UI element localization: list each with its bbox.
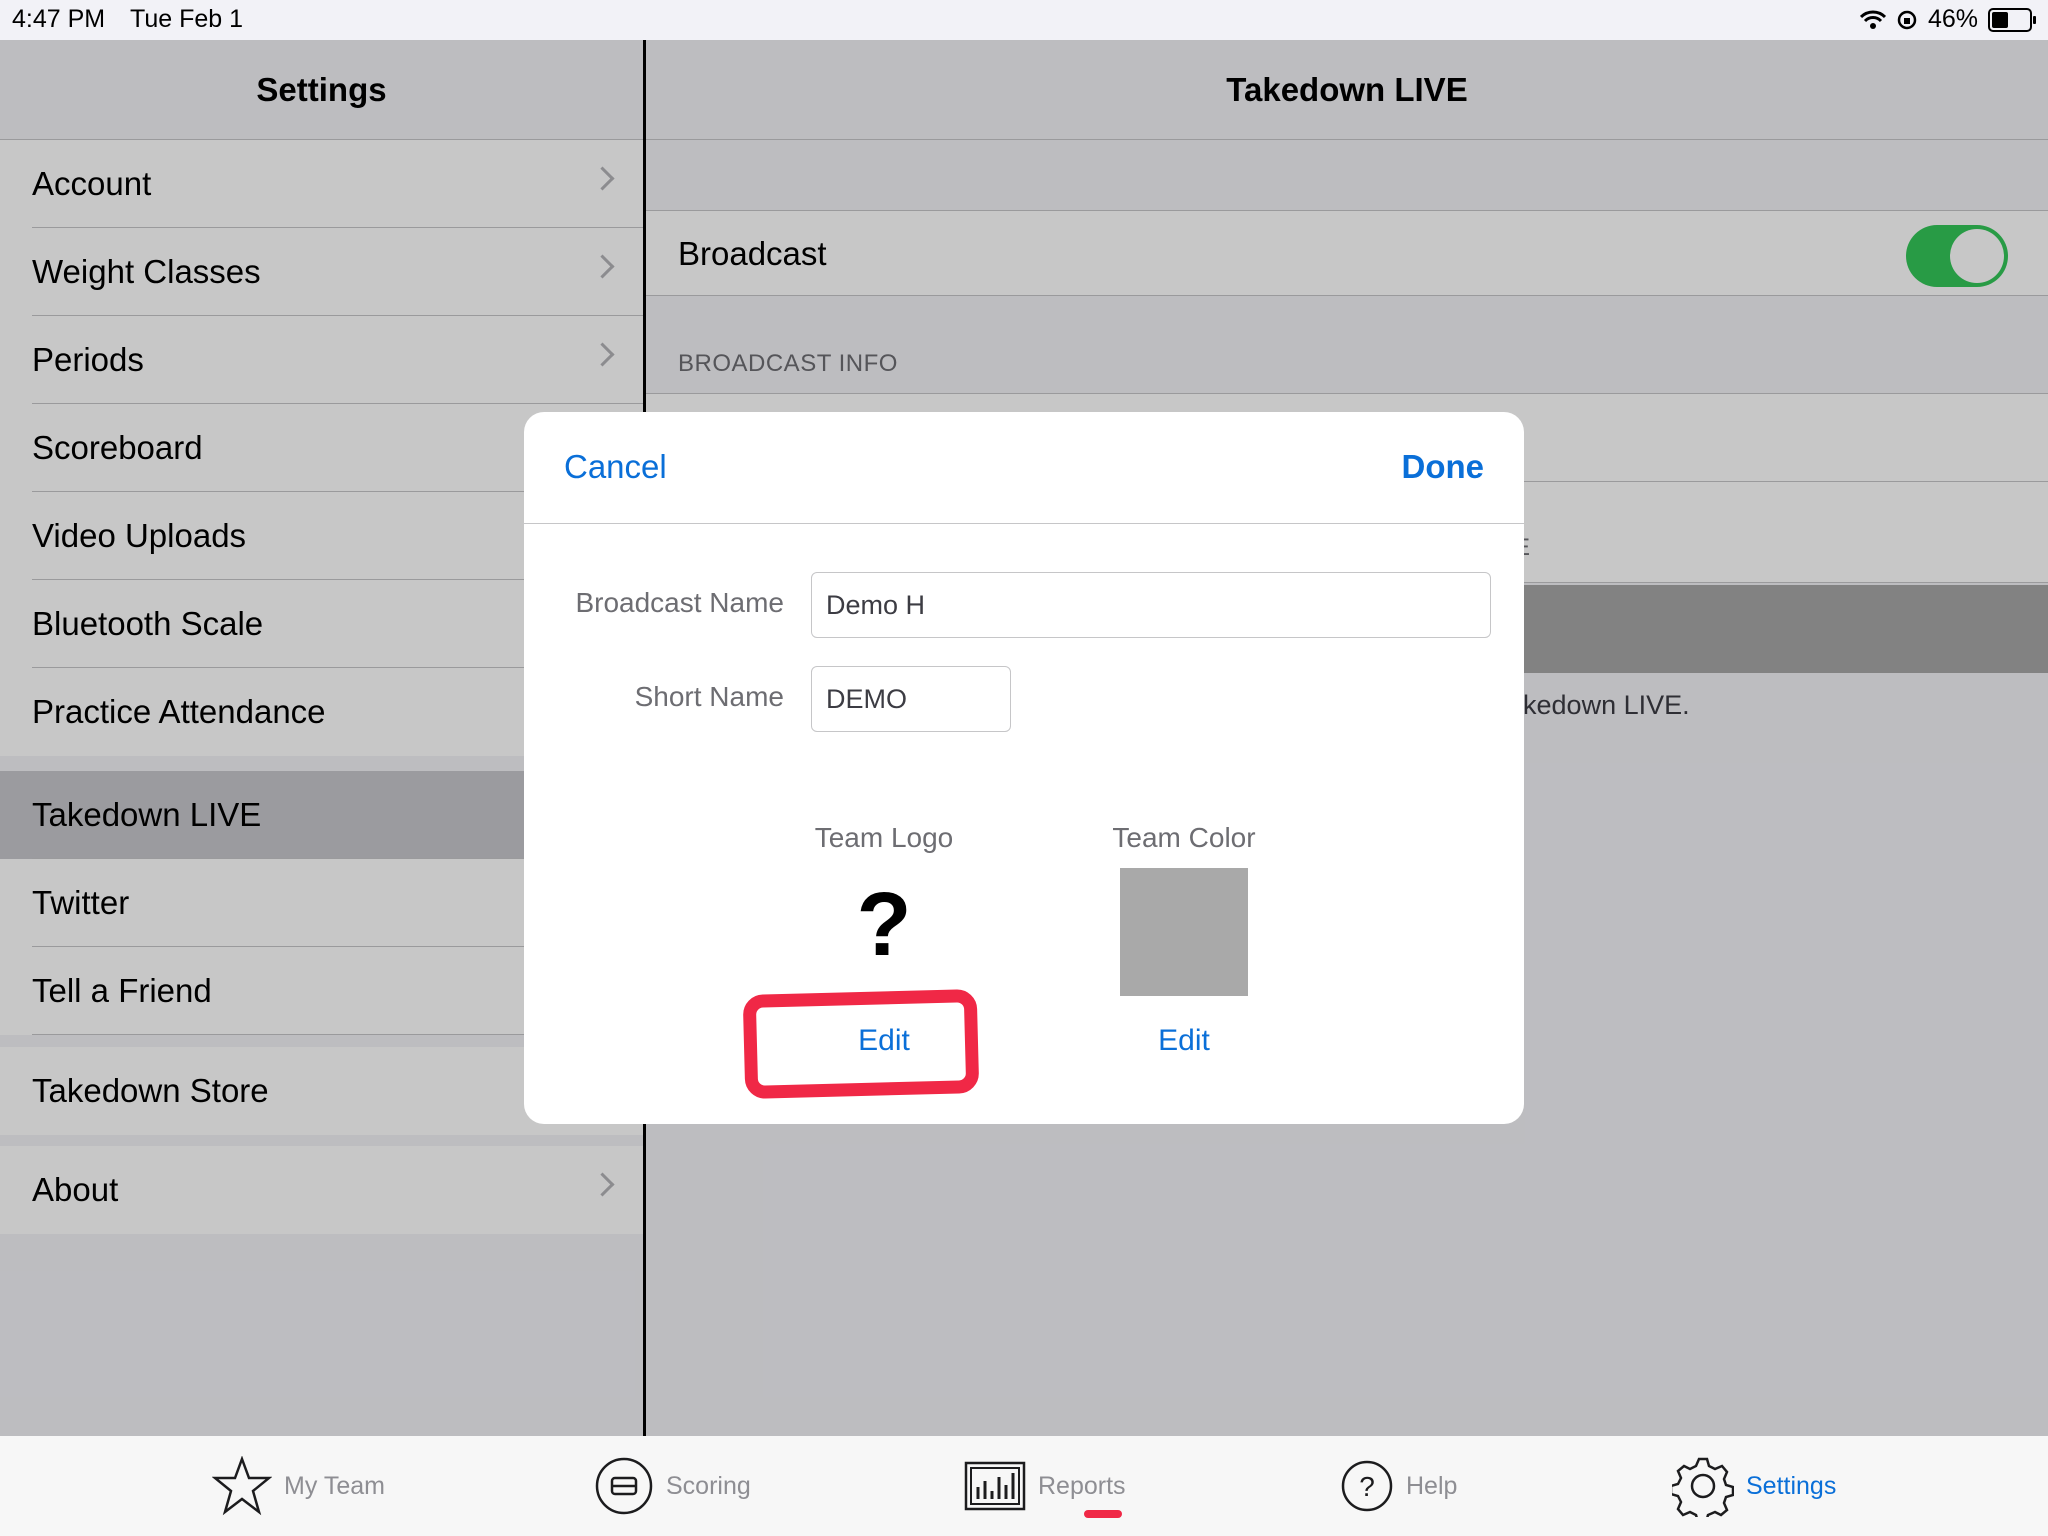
wifi-icon xyxy=(1859,10,1886,29)
team-color-swatch[interactable] xyxy=(1120,868,1248,996)
annotation-underline xyxy=(1084,1510,1122,1518)
short-name-input[interactable] xyxy=(811,666,1011,732)
tab-bar: My Team Scoring Reports ? Help Settings xyxy=(0,1436,2048,1536)
short-name-label: Short Name xyxy=(634,681,784,712)
svg-text:?: ? xyxy=(1359,1471,1375,1502)
tab-my-team[interactable]: My Team xyxy=(212,1436,385,1536)
star-icon xyxy=(212,1456,272,1516)
edit-broadcast-modal: Cancel Done Broadcast Name Short Name Te… xyxy=(524,412,1524,1124)
reports-icon xyxy=(964,1461,1026,1511)
cancel-button[interactable]: Cancel xyxy=(564,448,667,486)
annotation-highlight xyxy=(742,988,980,1100)
broadcast-name-input[interactable] xyxy=(811,572,1491,638)
done-button[interactable]: Done xyxy=(1402,448,1485,486)
team-color-label: Team Color xyxy=(1112,822,1256,853)
tab-label: Scoring xyxy=(666,1471,751,1500)
tab-settings[interactable]: Settings xyxy=(1672,1436,1836,1536)
broadcast-name-label: Broadcast Name xyxy=(575,587,784,618)
tab-label: Help xyxy=(1406,1471,1458,1500)
status-right: 46% xyxy=(1859,5,2036,34)
team-logo-placeholder: ? xyxy=(856,875,912,975)
tab-help[interactable]: ? Help xyxy=(1340,1436,1457,1536)
status-time: 4:47 PM xyxy=(12,5,106,33)
tab-scoring[interactable]: Scoring xyxy=(594,1436,751,1536)
orientation-lock-icon xyxy=(1897,10,1917,29)
battery-icon xyxy=(1988,7,2036,32)
gear-icon xyxy=(1672,1457,1734,1517)
tab-label: Reports xyxy=(1038,1471,1126,1500)
scoring-icon xyxy=(595,1457,653,1515)
status-date: Tue Feb 1 xyxy=(130,5,244,33)
edit-color-button[interactable]: Edit xyxy=(1104,1024,1264,1058)
tab-reports[interactable]: Reports xyxy=(964,1436,1126,1536)
battery-percent: 46% xyxy=(1927,5,1978,33)
status-bar: 4:47 PM Tue Feb 1 46% xyxy=(0,0,2048,40)
tab-label: My Team xyxy=(284,1471,385,1500)
modal-nav-bar: Cancel Done xyxy=(524,412,1524,524)
tab-label: Settings xyxy=(1746,1471,1837,1500)
help-icon: ? xyxy=(1341,1460,1393,1512)
team-logo-label: Team Logo xyxy=(814,822,954,853)
